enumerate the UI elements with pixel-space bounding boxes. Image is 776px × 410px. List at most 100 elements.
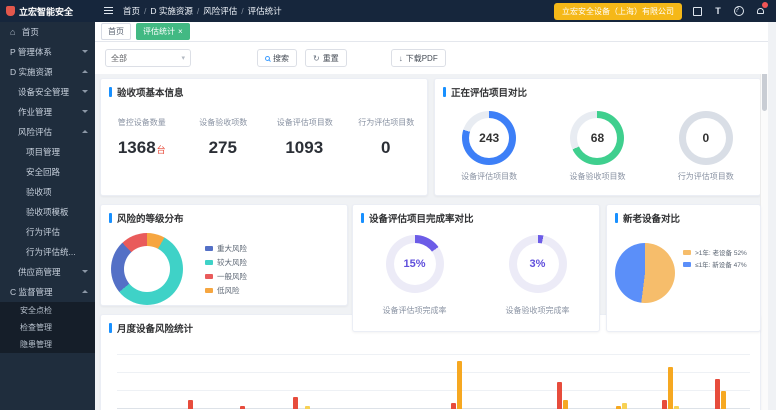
title-accent-bar bbox=[109, 323, 112, 333]
sidebar-item-hazard-management[interactable]: 隐患管理 bbox=[0, 336, 95, 353]
sidebar-item-behavior-assessment[interactable]: 行为评估 bbox=[0, 222, 95, 242]
gauge-stat: 15% 设备评估项完成率 bbox=[383, 235, 447, 316]
bar bbox=[563, 400, 568, 409]
legend-item[interactable]: >1年: 老设备 52% bbox=[683, 247, 747, 257]
filter-select[interactable]: 全部 ▾ bbox=[105, 49, 191, 67]
chevron-up-icon bbox=[82, 290, 88, 293]
main-content: 首页 评估统计 × 全部 ▾ 搜索 ↻ 重置 ↓ 下载PDF 验收项基本信息 bbox=[95, 22, 768, 410]
pie-chart bbox=[615, 243, 675, 303]
tab-home[interactable]: 首页 bbox=[101, 23, 131, 40]
bar bbox=[557, 382, 562, 409]
legend-swatch bbox=[205, 288, 213, 293]
card-title-text: 正在评估项目对比 bbox=[451, 85, 527, 99]
sidebar-item-label: 作业管理 bbox=[18, 107, 52, 117]
sidebar-item-label: 供应商管理 bbox=[18, 267, 61, 277]
notification-badge bbox=[762, 2, 768, 8]
sidebar-item-safety-inspection[interactable]: 安全点检 bbox=[0, 302, 95, 319]
sidebar-item-label: C 监督管理 bbox=[10, 287, 53, 297]
card-risk-levels: 风险的等级分布 重大风险 较大风险 一般风险 低风险 bbox=[100, 204, 348, 306]
stat-acceptance-items: 设备验收项数 275 bbox=[183, 117, 265, 158]
download-pdf-button[interactable]: ↓ 下载PDF bbox=[391, 49, 446, 67]
sidebar-item-supervision[interactable]: C 监督管理 bbox=[0, 282, 95, 302]
legend-swatch bbox=[683, 250, 691, 255]
card-acceptance-basic-info: 验收项基本信息 管控设备数量 1368台 设备验收项数 275 设备评估项目数 … bbox=[100, 78, 428, 196]
title-accent-bar bbox=[615, 213, 618, 223]
chevron-down-icon bbox=[82, 50, 88, 53]
sidebar-item-acceptance-items[interactable]: 验收项 bbox=[0, 182, 95, 202]
chevron-down-icon bbox=[82, 90, 88, 93]
card-title-text: 验收项基本信息 bbox=[117, 85, 184, 99]
company-button[interactable]: 立宏安全设备（上海）有限公司 bbox=[554, 3, 682, 20]
reset-button[interactable]: ↻ 重置 bbox=[305, 49, 347, 67]
select-value: 全部 bbox=[111, 53, 127, 64]
sidebar-item-risk-assessment[interactable]: 风险评估 bbox=[0, 122, 95, 142]
chart-legend: >1年: 老设备 52% ≤1年: 新设备 47% bbox=[683, 245, 747, 303]
breadcrumb-item[interactable]: D 实施资源 bbox=[150, 5, 193, 17]
collapse-menu-icon[interactable] bbox=[103, 5, 115, 17]
donut-chart: 243 bbox=[462, 111, 516, 165]
legend-item[interactable]: 低风险 bbox=[205, 285, 247, 296]
scrollbar[interactable] bbox=[760, 44, 768, 410]
font-size-icon[interactable]: T bbox=[712, 5, 724, 17]
legend-item[interactable]: 重大风险 bbox=[205, 243, 247, 254]
sidebar-item-suppliers[interactable]: 供应商管理 bbox=[0, 262, 95, 282]
card-title: 设备评估项目完成率对比 bbox=[353, 205, 599, 231]
bar bbox=[451, 403, 456, 409]
sidebar-item-label: 检查管理 bbox=[20, 323, 52, 332]
title-accent-bar bbox=[109, 87, 112, 97]
donut-chart: 0 bbox=[679, 111, 733, 165]
breadcrumb-item[interactable]: 评估统计 bbox=[248, 5, 282, 17]
topbar-actions: 立宏安全设备（上海）有限公司 T ? bbox=[554, 3, 776, 20]
donut-stat: 0 行为评估项目数 bbox=[678, 111, 734, 182]
bar-group bbox=[610, 403, 627, 409]
sidebar-item-safety-circuit[interactable]: 安全回路 bbox=[0, 162, 95, 182]
title-accent-bar bbox=[443, 87, 446, 97]
sidebar-item-acceptance-template[interactable]: 验收项模板 bbox=[0, 202, 95, 222]
title-accent-bar bbox=[109, 213, 112, 223]
bar bbox=[293, 397, 298, 409]
card-completion-rate: 设备评估项目完成率对比 15% 设备评估项完成率 3% 设备验收项完成率 bbox=[352, 204, 600, 332]
sidebar-item-project-management[interactable]: 项目管理 bbox=[0, 142, 95, 162]
bar-group bbox=[662, 367, 679, 409]
sidebar-item-management-system[interactable]: P 管理体系 bbox=[0, 42, 95, 62]
help-icon[interactable]: ? bbox=[734, 6, 744, 16]
fullscreen-icon[interactable] bbox=[693, 7, 702, 16]
gauge-chart: 3% bbox=[509, 235, 567, 293]
card-new-old-devices: 新老设备对比 >1年: 老设备 52% ≤1年: 新设备 47% bbox=[606, 204, 761, 332]
bar bbox=[662, 400, 667, 409]
card-ongoing-projects: 正在评估项目对比 243 设备评估项目数 68 设备验收项目数 0 行为评估项目… bbox=[434, 78, 761, 196]
sidebar-item-label: 验收项 bbox=[26, 187, 52, 197]
sidebar-item-inspection-management[interactable]: 检查管理 bbox=[0, 319, 95, 336]
app-logo: 立宏智能安全 bbox=[0, 0, 95, 22]
legend-item[interactable]: ≤1年: 新设备 47% bbox=[683, 259, 747, 269]
search-button[interactable]: 搜索 bbox=[257, 49, 297, 67]
bar bbox=[457, 361, 462, 409]
bell-icon[interactable] bbox=[754, 5, 766, 17]
sidebar-item-behavior-assessment-stats[interactable]: 行为评估统... bbox=[0, 242, 95, 262]
legend-item[interactable]: 较大风险 bbox=[205, 257, 247, 268]
breadcrumb-separator: / bbox=[241, 6, 243, 16]
breadcrumb-item[interactable]: 风险评估 bbox=[203, 5, 237, 17]
donut-chart: 68 bbox=[570, 111, 624, 165]
breadcrumb-item[interactable]: 首页 bbox=[123, 5, 140, 17]
sidebar-item-operations[interactable]: 作业管理 bbox=[0, 102, 95, 122]
sidebar-item-label: 项目管理 bbox=[26, 147, 60, 157]
close-icon[interactable]: × bbox=[178, 28, 183, 36]
sidebar-item-label: 安全回路 bbox=[26, 167, 60, 177]
legend-item[interactable]: 一般风险 bbox=[205, 271, 247, 282]
bar bbox=[721, 391, 726, 409]
bar bbox=[622, 403, 627, 409]
sidebar-item-device-safety[interactable]: 设备安全管理 bbox=[0, 82, 95, 102]
sidebar-item-implementation-resources[interactable]: D 实施资源 bbox=[0, 62, 95, 82]
sidebar-item-label: D 实施资源 bbox=[10, 67, 53, 77]
breadcrumb: 首页 / D 实施资源 / 风险评估 / 评估统计 bbox=[123, 5, 282, 17]
sidebar-item-home[interactable]: ⌂ 首页 bbox=[0, 22, 95, 42]
sidebar-item-label: 风险评估 bbox=[18, 127, 52, 137]
tab-assessment-stats[interactable]: 评估统计 × bbox=[136, 23, 190, 40]
search-button-label: 搜索 bbox=[273, 53, 289, 64]
chevron-up-icon bbox=[82, 130, 88, 133]
sidebar-item-label: 首页 bbox=[22, 27, 39, 37]
card-title: 验收项基本信息 bbox=[101, 79, 427, 105]
legend-swatch bbox=[683, 262, 691, 267]
chevron-down-icon bbox=[82, 110, 88, 113]
